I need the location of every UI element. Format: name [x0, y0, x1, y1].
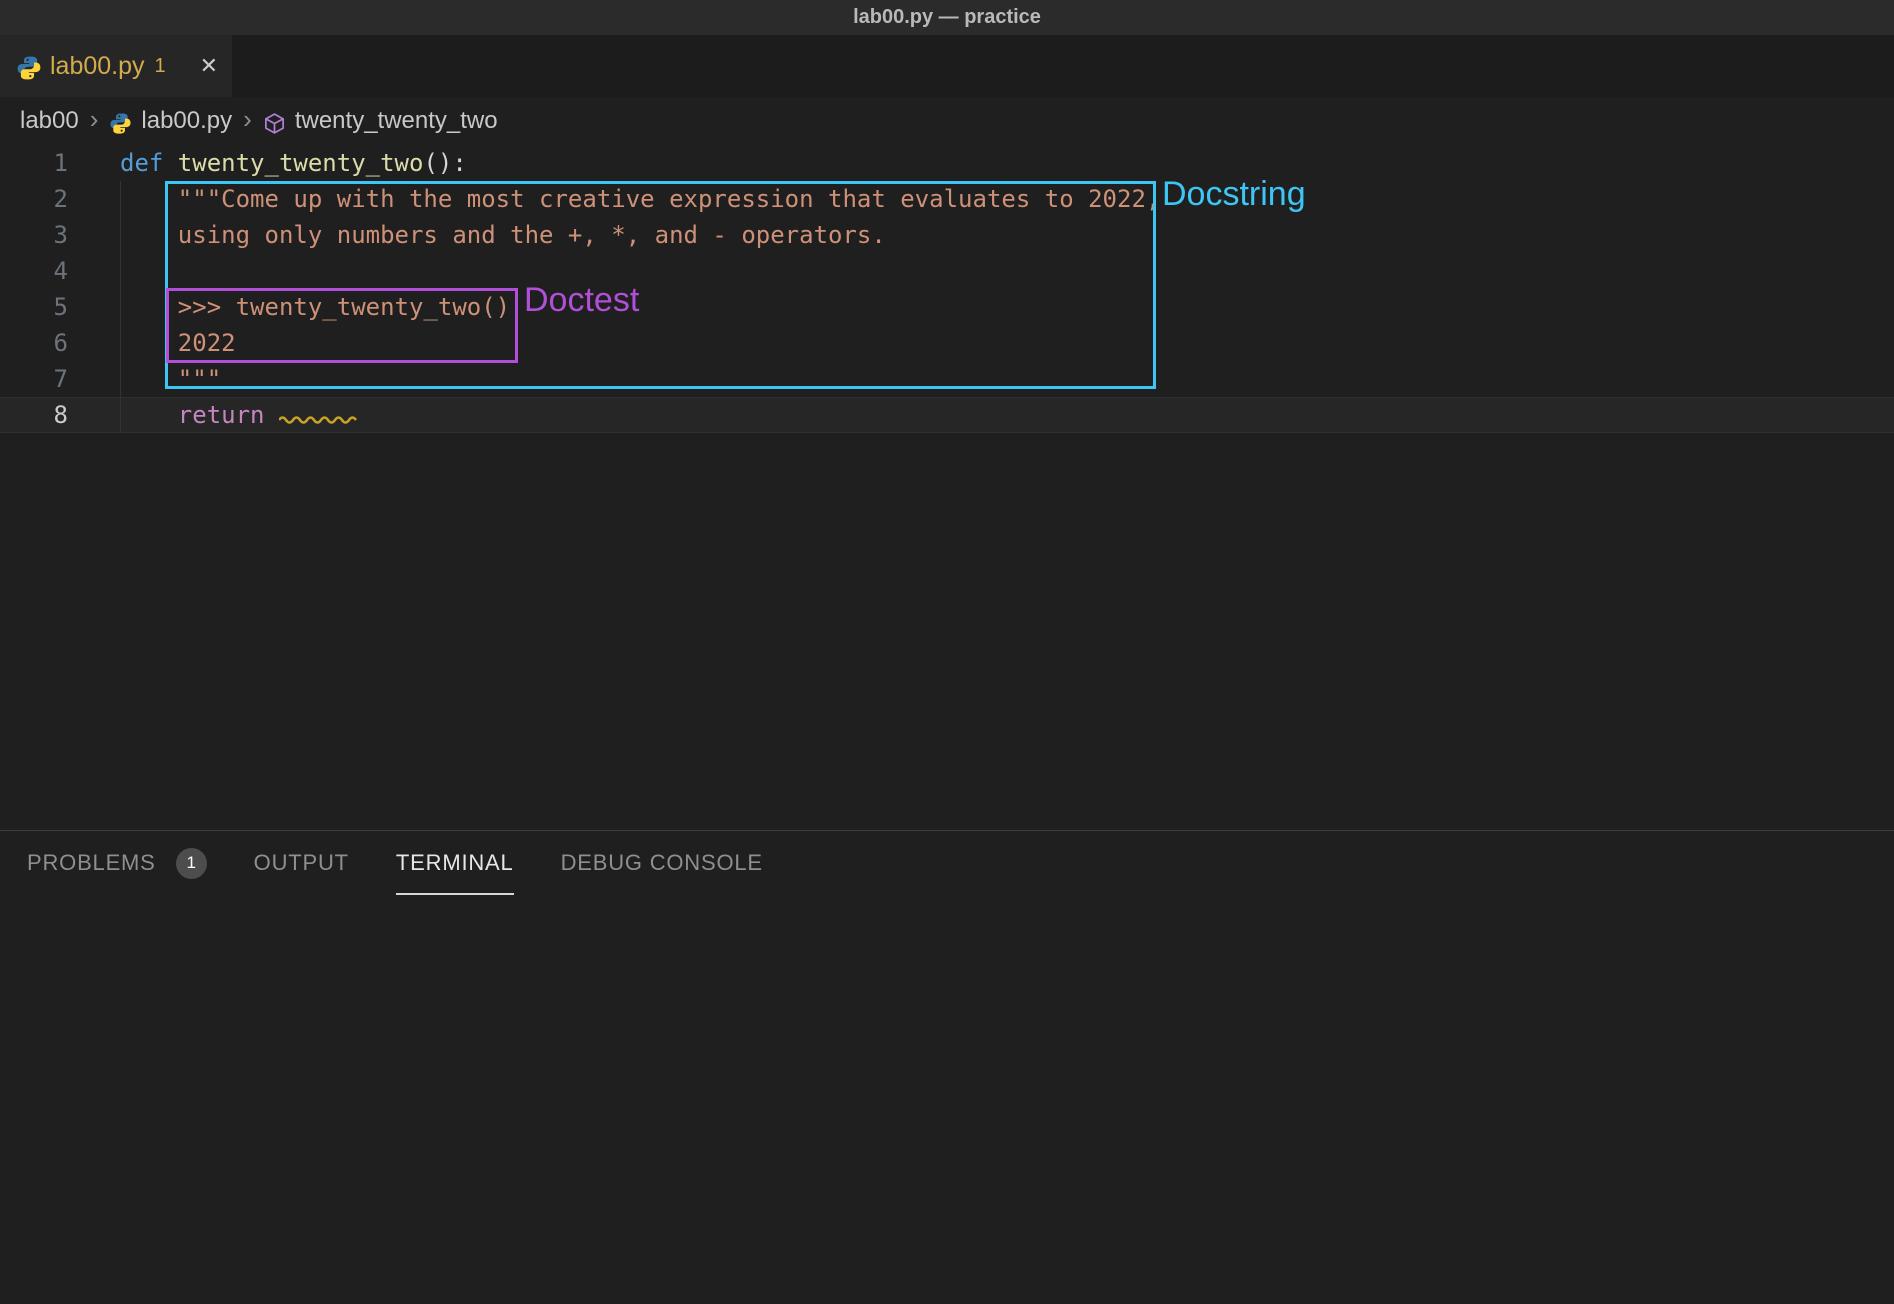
code-text: >>> twenty_twenty_two() [68, 289, 510, 325]
chevron-right-icon: › [241, 104, 254, 139]
tab-problems-count: 1 [155, 55, 166, 78]
warning-squiggle-underline [279, 414, 363, 424]
breadcrumb: lab00 › lab00.py › twenty_twenty_two [0, 97, 1894, 145]
code-text: def twenty_twenty_two(): [68, 145, 467, 181]
code-line-8[interactable]: 8 return [0, 397, 1894, 433]
code-text: """ [68, 361, 221, 397]
code-line-5[interactable]: 5 >>> twenty_twenty_two() [0, 289, 1894, 325]
docstring-text: """Come up with the most creative expres… [120, 185, 1160, 213]
code-line-7[interactable]: 7 """ [0, 361, 1894, 397]
line-number: 7 [0, 361, 68, 397]
tab-filename: lab00.py [50, 52, 145, 81]
code-line-1[interactable]: 1 def twenty_twenty_two(): [0, 145, 1894, 181]
indent-guide-line [120, 181, 121, 432]
line-number: 6 [0, 325, 68, 361]
code-text: using only numbers and the +, *, and - o… [68, 217, 886, 253]
breadcrumb-item-lab00[interactable]: lab00 [20, 107, 79, 135]
symbol-namespace-icon [263, 112, 286, 135]
code-editor[interactable]: 1 def twenty_twenty_two(): 2 """Come up … [0, 145, 1894, 433]
code-text: """Come up with the most creative expres… [68, 181, 1160, 217]
doctest-call: >>> twenty_twenty_two() [120, 293, 510, 321]
code-line-2[interactable]: 2 """Come up with the most creative expr… [0, 181, 1894, 217]
tab-terminal[interactable]: TERMINAL [396, 831, 514, 895]
code-line-3[interactable]: 3 using only numbers and the +, *, and -… [0, 217, 1894, 253]
window-title: lab00.py — practice [853, 6, 1041, 29]
bottom-panel: PROBLEMS 1 OUTPUT TERMINAL DEBUG CONSOLE… [0, 830, 1894, 1304]
tab-output-label: OUTPUT [254, 850, 349, 876]
code-text: return [68, 397, 363, 433]
line-number: 8 [0, 397, 68, 433]
function-name: twenty_twenty_two [178, 149, 424, 177]
line-number: 3 [0, 217, 68, 253]
line-number: 5 [0, 289, 68, 325]
tab-lab00py[interactable]: lab00.py 1 ✕ [0, 35, 232, 97]
punctuation: (): [423, 149, 466, 177]
code-text [68, 253, 120, 289]
tab-terminal-label: TERMINAL [396, 850, 514, 876]
keyword-return: return [120, 401, 279, 429]
panel-tab-bar: PROBLEMS 1 OUTPUT TERMINAL DEBUG CONSOLE [0, 831, 1894, 895]
docstring-text: using only numbers and the +, *, and - o… [120, 221, 886, 249]
tab-debug-console[interactable]: DEBUG CONSOLE [561, 831, 763, 895]
window-titlebar: lab00.py — practice [0, 0, 1894, 35]
tab-debug-console-label: DEBUG CONSOLE [561, 850, 763, 876]
python-icon [16, 55, 42, 81]
line-number: 4 [0, 253, 68, 289]
doctest-expected: 2022 [120, 329, 236, 357]
line-number: 1 [0, 145, 68, 181]
chevron-right-icon: › [88, 104, 101, 139]
problems-count-badge: 1 [176, 848, 207, 879]
line-number: 2 [0, 181, 68, 217]
code-line-6[interactable]: 6 2022 [0, 325, 1894, 361]
breadcrumb-item-lab00py[interactable]: lab00.py [141, 107, 232, 135]
close-tab-icon[interactable]: ✕ [200, 53, 218, 79]
vscode-window: lab00.py — practice lab00.py 1 ✕ lab00 ›… [0, 0, 1894, 1304]
tab-problems-label: PROBLEMS [27, 850, 156, 876]
editor-tab-bar: lab00.py 1 ✕ [0, 35, 1894, 97]
code-text: 2022 [68, 325, 236, 361]
code-line-4[interactable]: 4 [0, 253, 1894, 289]
breadcrumb-item-symbol[interactable]: twenty_twenty_two [295, 107, 498, 135]
tab-output[interactable]: OUTPUT [254, 831, 349, 895]
python-icon [109, 112, 132, 135]
tab-problems[interactable]: PROBLEMS 1 [27, 831, 207, 895]
docstring-close: """ [120, 365, 221, 393]
keyword-def: def [120, 149, 178, 177]
